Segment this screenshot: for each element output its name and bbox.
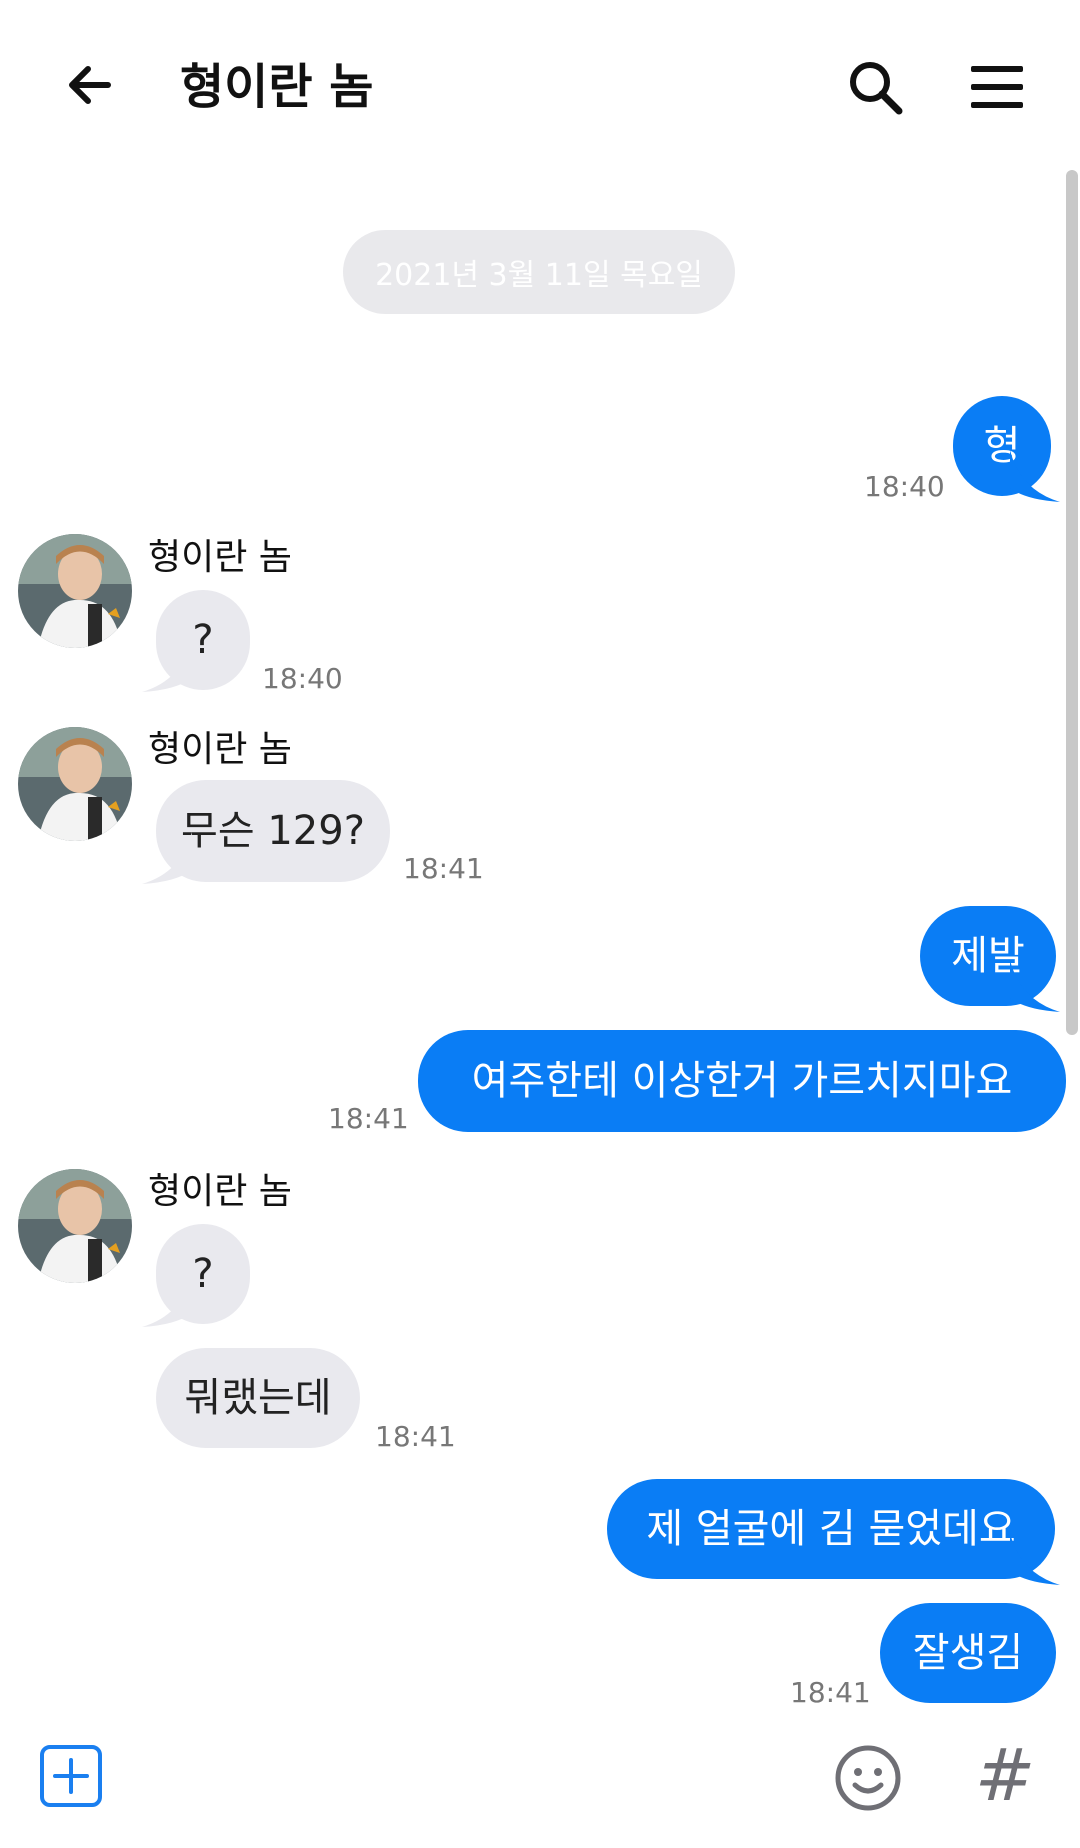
bubble-tail (1010, 450, 1060, 502)
bubble-tail (142, 832, 192, 884)
message-text: 제 얼굴에 김 묻었데요 (646, 1506, 1016, 1552)
message-time: 18:40 (864, 470, 945, 503)
bubble-tail (1010, 960, 1060, 1012)
plus-icon (53, 1758, 89, 1794)
bubble-tail (142, 1275, 192, 1327)
message-text: 무슨 129? (181, 808, 365, 854)
smiley-icon (835, 1745, 901, 1811)
avatar[interactable] (18, 534, 132, 648)
message-time: 18:40 (262, 662, 343, 695)
search-icon (850, 62, 903, 115)
chat-header (0, 0, 1080, 170)
message-time: 18:41 (403, 852, 484, 885)
message-text: 잘생김 (912, 1630, 1024, 1676)
arrow-left-icon (69, 66, 111, 104)
message-text: 뭐랬는데 (184, 1375, 332, 1421)
message-time: 18:41 (790, 1676, 871, 1709)
sender-name: 형이란 놈 (148, 729, 292, 770)
scrollbar[interactable] (1066, 170, 1078, 1035)
input-toolbar (0, 1720, 1080, 1848)
emoji-button[interactable] (833, 1743, 903, 1813)
message-time: 18:41 (375, 1420, 456, 1453)
date-divider: 2021년 3월 11일 목요일 (343, 230, 735, 314)
outgoing-message-bubble[interactable]: 여주한테 이상한거 가르치지마요 (418, 1030, 1066, 1132)
avatar[interactable] (18, 1169, 132, 1283)
sender-name: 형이란 놈 (148, 537, 292, 578)
outgoing-message-bubble[interactable]: 잘생김 (880, 1603, 1056, 1703)
avatar[interactable] (18, 727, 132, 841)
search-button[interactable] (840, 52, 910, 122)
hashtag-button[interactable]: # (970, 1733, 1040, 1817)
sender-name: 형이란 놈 (148, 1171, 292, 1212)
menu-button[interactable] (962, 52, 1032, 122)
message-time: 18:41 (328, 1102, 409, 1135)
back-button[interactable] (55, 50, 125, 120)
outgoing-message-bubble[interactable]: 제 얼굴에 김 묻었데요 (607, 1479, 1055, 1579)
message-text: ? (192, 1251, 214, 1297)
hamburger-menu-icon (971, 66, 1023, 108)
message-text: 여주한테 이상한거 가르치지마요 (471, 1058, 1013, 1104)
bubble-tail (1010, 1533, 1060, 1585)
message-text: ? (192, 617, 214, 663)
incoming-message-bubble[interactable]: 뭐랬는데 (156, 1348, 360, 1448)
bubble-tail (142, 640, 192, 692)
add-attachment-button[interactable] (40, 1745, 102, 1807)
chat-title: 형이란 놈 (180, 59, 374, 115)
